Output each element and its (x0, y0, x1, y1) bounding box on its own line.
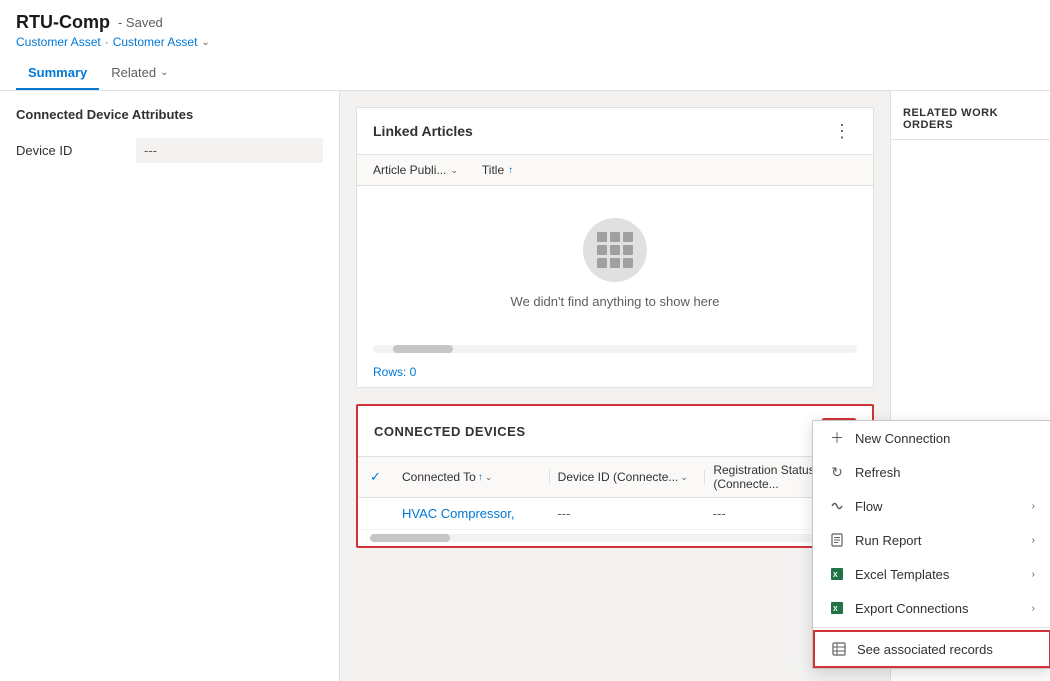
linked-articles-empty-state: We didn't find anything to show here (357, 186, 873, 341)
rows-count: Rows: 0 (357, 357, 873, 387)
menu-item-flow[interactable]: Flow › (813, 489, 1050, 523)
connected-devices-header: CONNECTED DEVICES ⋮ (358, 406, 872, 457)
menu-refresh-label: Refresh (855, 465, 1035, 480)
grid-cell (597, 245, 607, 255)
col-article-publi-chevron: ⌄ (450, 165, 458, 176)
tab-summary[interactable]: Summary (16, 57, 99, 90)
menu-item-run-report[interactable]: Run Report › (813, 523, 1050, 557)
connected-devices-card: CONNECTED DEVICES ⋮ ✓ Connected To ↑ ⌄ D… (356, 404, 874, 548)
plus-icon: ＋ (829, 430, 845, 446)
menu-new-connection-label: New Connection (855, 431, 1035, 446)
nav-tabs: Summary Related ⌄ (16, 57, 1034, 90)
col-title-label: Title (482, 163, 504, 177)
breadcrumb-name-link[interactable]: Customer Asset (113, 35, 198, 49)
device-id-label: Device ID (16, 143, 136, 158)
grid-cell (597, 258, 607, 268)
excel-templates-chevron: › (1032, 569, 1035, 580)
checkmark-icon: ✓ (370, 469, 381, 485)
grid-cell (623, 245, 633, 255)
empty-icon (583, 218, 647, 282)
tab-related-chevron: ⌄ (160, 67, 168, 78)
breadcrumb-type-link[interactable]: Customer Asset (16, 35, 101, 49)
scroll-thumb (393, 345, 453, 353)
export-connections-chevron: › (1032, 603, 1035, 614)
tab-summary-label: Summary (28, 65, 87, 80)
menu-excel-templates-label: Excel Templates (855, 567, 1022, 582)
grid-cell (623, 232, 633, 242)
page-header: RTU-Comp - Saved Customer Asset · Custom… (0, 0, 1050, 91)
left-panel: Connected Device Attributes Device ID --… (0, 91, 340, 681)
hvac-compressor-link[interactable]: HVAC Compressor, (402, 506, 514, 521)
breadcrumb-chevron: ⌄ (201, 37, 209, 48)
excel-icon: X (829, 566, 845, 582)
device-id-field-row: Device ID --- (16, 138, 323, 163)
menu-divider (813, 627, 1050, 628)
linked-articles-scrollbar[interactable] (373, 345, 857, 353)
tab-related-label: Related (111, 65, 156, 80)
linked-articles-title: Linked Articles (373, 123, 473, 139)
devices-scrollbar[interactable] (370, 534, 860, 542)
col-connected-to-label: Connected To (402, 470, 476, 484)
linked-articles-columns: Article Publi... ⌄ Title ↑ (357, 155, 873, 186)
breadcrumb: Customer Asset · Customer Asset ⌄ (16, 35, 1034, 49)
menu-run-report-label: Run Report (855, 533, 1022, 548)
grid-cell (610, 258, 620, 268)
menu-flow-label: Flow (855, 499, 1022, 514)
col-title[interactable]: Title ↑ (482, 163, 513, 177)
right-panel-title: RELATED WORK ORDERS (891, 103, 1050, 140)
row-connected-to: HVAC Compressor, (394, 506, 549, 521)
grid-cell (597, 232, 607, 242)
menu-item-new-connection[interactable]: ＋ New Connection (813, 421, 1050, 455)
linked-articles-header: Linked Articles ⋮ (357, 108, 873, 155)
check-col: ✓ (370, 469, 394, 485)
saved-badge: - Saved (118, 15, 163, 30)
breadcrumb-sep: · (105, 35, 109, 49)
col-device-id[interactable]: Device ID (Connecte... ⌄ (550, 470, 706, 484)
table-icon (831, 641, 847, 657)
connected-devices-title: CONNECTED DEVICES (374, 424, 526, 439)
grid-cell (610, 245, 620, 255)
export-icon: X (829, 600, 845, 616)
menu-item-export-connections[interactable]: X Export Connections › (813, 591, 1050, 625)
row-device-id: --- (549, 506, 704, 521)
run-report-chevron: › (1032, 535, 1035, 546)
tab-related[interactable]: Related ⌄ (99, 57, 180, 90)
sort-asc-icon: ↑ (478, 472, 483, 483)
grid-cell (623, 258, 633, 268)
menu-item-see-associated[interactable]: See associated records (813, 630, 1050, 668)
menu-see-associated-label: See associated records (857, 642, 1033, 657)
col-title-sort: ↑ (508, 165, 513, 176)
menu-item-refresh[interactable]: ↻ Refresh (813, 455, 1050, 489)
col-connected-to[interactable]: Connected To ↑ ⌄ (394, 470, 550, 484)
left-panel-title: Connected Device Attributes (16, 107, 323, 122)
grid-cell (610, 232, 620, 242)
svg-text:X: X (833, 606, 838, 613)
flow-icon (829, 498, 845, 514)
refresh-icon: ↻ (829, 464, 845, 480)
col-article-publi[interactable]: Article Publi... ⌄ (373, 163, 458, 177)
center-panel: Linked Articles ⋮ Article Publi... ⌄ Tit… (340, 91, 890, 681)
menu-item-excel-templates[interactable]: X Excel Templates › (813, 557, 1050, 591)
header-top: RTU-Comp - Saved (16, 12, 1034, 33)
empty-text: We didn't find anything to show here (511, 294, 720, 309)
svg-text:X: X (833, 572, 838, 579)
table-row: HVAC Compressor, --- --- (358, 498, 872, 530)
devices-table-header: ✓ Connected To ↑ ⌄ Device ID (Connecte..… (358, 457, 872, 498)
record-title: RTU-Comp (16, 12, 110, 33)
context-menu: ＋ New Connection ↻ Refresh Flow › Run Re… (812, 420, 1050, 669)
device-id-value: --- (136, 138, 323, 163)
col-article-publi-label: Article Publi... (373, 163, 446, 177)
devices-scroll-thumb (370, 534, 450, 542)
report-icon (829, 532, 845, 548)
menu-export-connections-label: Export Connections (855, 601, 1022, 616)
linked-articles-more-button[interactable]: ⋮ (827, 120, 857, 142)
linked-articles-card: Linked Articles ⋮ Article Publi... ⌄ Tit… (356, 107, 874, 388)
flow-chevron: › (1032, 501, 1035, 512)
col-device-id-label: Device ID (Connecte... (558, 470, 679, 484)
col-connected-chevron: ⌄ (485, 472, 493, 483)
col-device-id-chevron: ⌄ (680, 472, 688, 483)
grid-icon (597, 232, 633, 268)
